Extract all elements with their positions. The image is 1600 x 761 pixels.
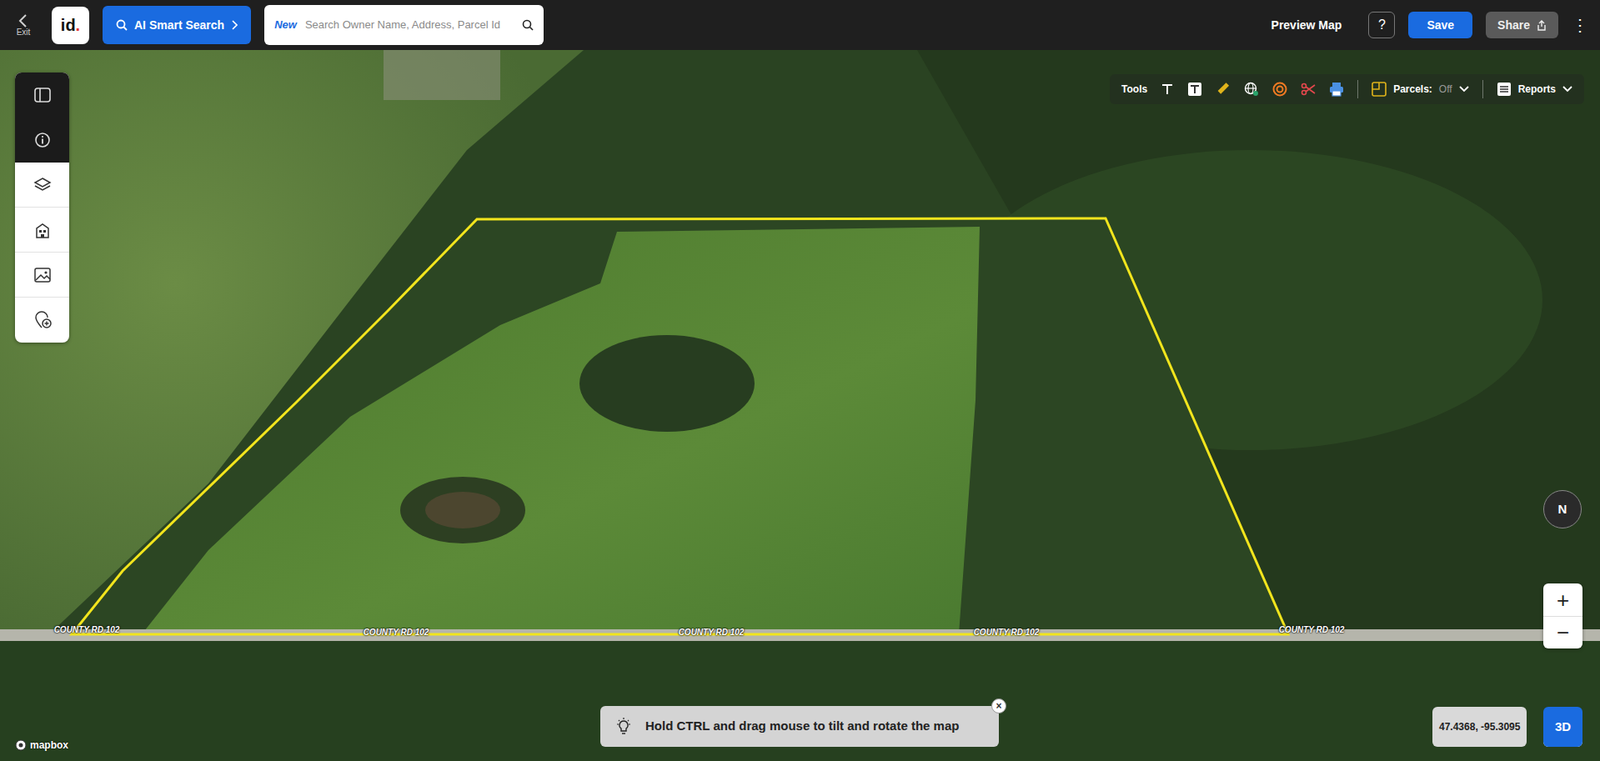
share-button[interactable]: Share	[1485, 11, 1559, 39]
tools-label: Tools	[1121, 81, 1148, 97]
info-icon	[34, 131, 51, 149]
help-button[interactable]: ?	[1368, 11, 1395, 39]
ai-search-button[interactable]: AI Smart Search	[102, 5, 251, 45]
share-icon	[1536, 20, 1547, 31]
road-label: COUNTY RD 102	[363, 626, 430, 639]
zoom-out-button[interactable]: −	[1543, 616, 1583, 649]
search-field[interactable]: New	[264, 5, 544, 46]
parcels-icon	[1371, 81, 1387, 97]
search-icon	[115, 19, 128, 31]
hint-banner: Hold CTRL and drag mouse to tilt and rot…	[600, 706, 999, 748]
scissors-icon[interactable]	[1300, 81, 1316, 97]
add-marker-button[interactable]	[15, 297, 70, 343]
buildings-button[interactable]	[15, 207, 70, 253]
building-icon	[33, 220, 52, 240]
exit-label: Exit	[16, 28, 31, 37]
parcels-label: Parcels:	[1393, 81, 1433, 97]
zoom-controls: + −	[1543, 583, 1583, 649]
chevron-down-icon	[1562, 85, 1573, 93]
coordinates-display: 47.4368, -95.3095	[1432, 707, 1527, 748]
add-pin-icon	[33, 310, 52, 330]
share-label: Share	[1497, 16, 1530, 35]
new-badge: New	[274, 16, 297, 34]
chevron-right-icon	[230, 20, 238, 31]
road-label: COUNTY RD 102	[973, 626, 1040, 639]
mapbox-logo-icon	[15, 739, 27, 752]
road-label: COUNTY RD 102	[54, 623, 121, 637]
text-box-tool-icon[interactable]	[1187, 81, 1203, 97]
hint-close-button[interactable]: ×	[991, 698, 1007, 714]
zoom-in-button[interactable]: +	[1543, 583, 1583, 617]
map[interactable]: COUNTY RD 102 COUNTY RD 102 COUNTY RD 102 C…	[0, 50, 1600, 761]
ai-search-label: AI Smart Search	[134, 16, 225, 35]
hint-text: Hold CTRL and drag mouse to tilt and rot…	[645, 717, 959, 737]
mapbox-attribution[interactable]: mapbox	[15, 737, 69, 753]
globe-icon[interactable]	[1243, 81, 1259, 97]
logo-dot: .	[75, 12, 81, 38]
lightbulb-icon	[615, 717, 632, 737]
toolbar: Tools Parcels: Off Reports	[1109, 74, 1585, 105]
exit-button[interactable]: Exit	[8, 13, 39, 37]
reports-menu[interactable]: Reports	[1496, 81, 1573, 97]
satellite-imagery	[0, 50, 1600, 761]
search-input[interactable]	[303, 15, 516, 35]
layers-icon	[33, 176, 52, 194]
parcel-outline	[71, 218, 1289, 635]
parcels-toggle[interactable]: Parcels: Off	[1371, 81, 1470, 97]
mapbox-label: mapbox	[30, 737, 69, 753]
image-icon	[33, 266, 52, 284]
media-button[interactable]	[15, 252, 70, 298]
parcels-state: Off	[1439, 81, 1453, 97]
print-icon[interactable]	[1329, 81, 1345, 97]
radius-icon[interactable]	[1272, 81, 1288, 97]
3d-toggle-button[interactable]: 3D	[1543, 707, 1583, 748]
road-label: COUNTY RD 102	[1278, 623, 1345, 637]
save-button[interactable]: Save	[1408, 11, 1473, 39]
more-menu-button[interactable]: ⋮	[1571, 12, 1589, 38]
compass[interactable]: N	[1543, 490, 1582, 529]
toolbar-divider	[1482, 80, 1484, 99]
side-panel	[15, 72, 70, 343]
toolbar-divider	[1357, 80, 1359, 99]
report-icon	[1496, 81, 1512, 97]
ruler-icon[interactable]	[1215, 81, 1231, 97]
back-icon	[17, 13, 30, 29]
logo[interactable]: id.	[51, 6, 90, 45]
text-tool-icon[interactable]	[1160, 82, 1174, 96]
collapse-button[interactable]	[15, 72, 70, 118]
panel-toggle-icon	[34, 87, 51, 103]
info-button[interactable]	[15, 117, 70, 163]
compass-letter: N	[1558, 500, 1568, 520]
search-icon[interactable]	[521, 19, 534, 31]
logo-text: id	[60, 12, 76, 38]
chevron-down-icon	[1459, 85, 1470, 93]
layers-button[interactable]	[15, 162, 70, 208]
preview-map-button[interactable]: Preview Map	[1271, 16, 1343, 35]
reports-label: Reports	[1518, 81, 1556, 97]
road-label: COUNTY RD 102	[678, 626, 745, 639]
